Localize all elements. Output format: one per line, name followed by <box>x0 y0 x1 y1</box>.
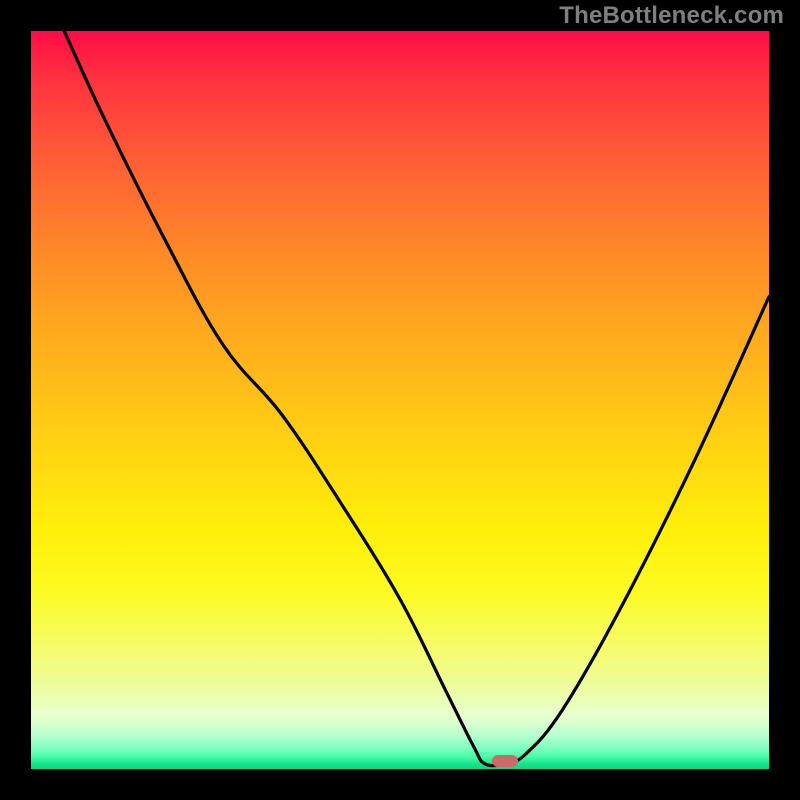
chart-frame: TheBottleneck.com <box>0 0 800 800</box>
optimal-marker <box>492 755 518 767</box>
bottleneck-curve <box>31 31 769 769</box>
watermark-text: TheBottleneck.com <box>559 2 784 30</box>
plot-area <box>31 31 769 769</box>
